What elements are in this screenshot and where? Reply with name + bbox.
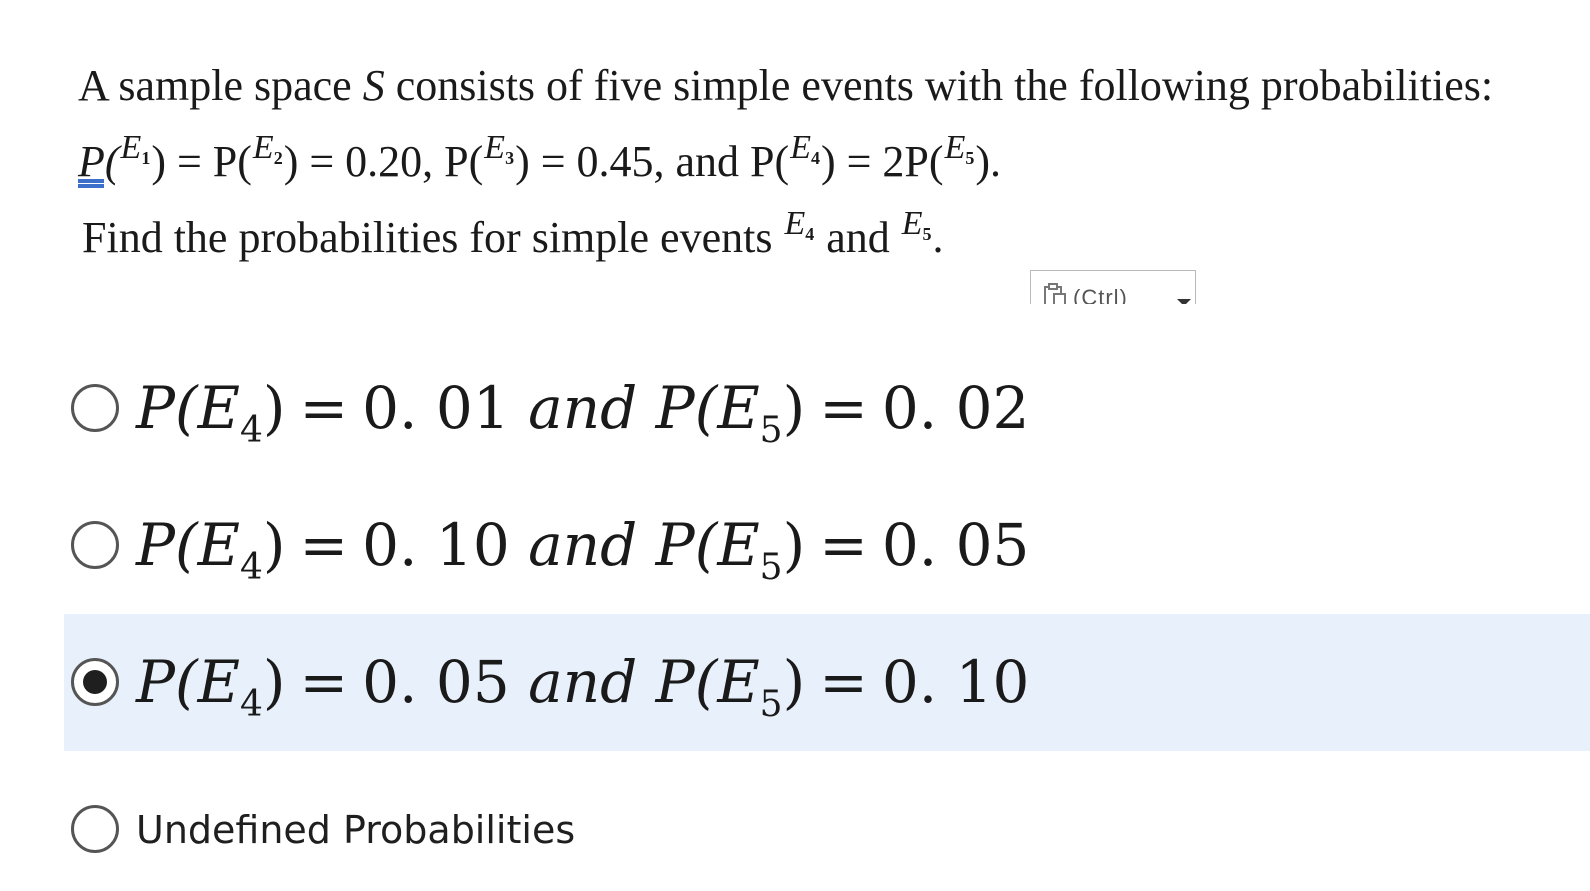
radio-button[interactable]	[71, 384, 119, 432]
question-line-3: Find the probabilities for simple events…	[78, 200, 1578, 276]
event-e4: E4	[790, 129, 820, 168]
radio-dot	[83, 670, 107, 694]
answer-option-3[interactable]: P(E4) = 0. 05 and P(E5) = 0. 10	[64, 614, 1590, 751]
option-math: P(E4) = 0. 10 and P(E5) = 0. 05	[136, 511, 1030, 588]
equation-part: ) = 0.45, and P(	[515, 137, 790, 186]
option-math: P(E4) = 0. 05 and P(E5) = 0. 10	[136, 648, 1030, 725]
option-label: Undefined Probabilities	[136, 808, 576, 852]
question-text-part: consists of five simple events with the …	[384, 61, 1494, 110]
answer-options: P(E4) = 0. 01 and P(E5) = 0. 02 P(E4) = 0. 10 …	[64, 340, 1590, 871]
answer-option-4[interactable]: Undefined Probabilities	[64, 751, 1590, 871]
paste-options-button[interactable]: (Ctrl)	[1030, 270, 1196, 304]
clipboard-icon	[1044, 283, 1066, 304]
question-line-2: P(E1) = P(E2) = 0.20, P(E3) = 0.45, and …	[78, 124, 1578, 200]
radio-button[interactable]	[71, 521, 119, 569]
question-text-part: and	[815, 213, 901, 262]
event-e2: E2	[252, 129, 283, 168]
sample-space-variable: S	[362, 61, 385, 110]
radio-button[interactable]	[71, 805, 119, 853]
question-text-part: .	[932, 213, 944, 262]
chevron-down-icon	[1177, 299, 1191, 304]
question-text-part: A sample space	[78, 61, 363, 110]
answer-option-1[interactable]: P(E4) = 0. 01 and P(E5) = 0. 02	[64, 340, 1590, 477]
probability-symbol: P(	[78, 137, 120, 186]
event-e3: E3	[484, 129, 515, 168]
equation-part: ) = 0.20, P(	[283, 137, 484, 186]
question-text-part: Find the probabilities for simple events	[82, 213, 784, 262]
event-e5: E5	[944, 129, 975, 168]
event-e1: E1	[120, 129, 151, 168]
answer-option-2[interactable]: P(E4) = 0. 10 and P(E5) = 0. 05	[64, 477, 1590, 614]
option-math: P(E4) = 0. 01 and P(E5) = 0. 02	[136, 374, 1030, 451]
equation-part: ) = P(	[151, 137, 252, 186]
equation-part: ).	[975, 137, 1001, 186]
paste-options-label: (Ctrl)	[1073, 285, 1128, 304]
question-line-1: A sample space S consists of five simple…	[78, 48, 1578, 124]
equation-part: ) = 2P(	[820, 137, 944, 186]
radio-button-selected[interactable]	[71, 658, 119, 706]
question-text: A sample space S consists of five simple…	[78, 48, 1578, 276]
event-e4: E4	[784, 205, 815, 244]
event-e5: E5	[901, 205, 932, 244]
